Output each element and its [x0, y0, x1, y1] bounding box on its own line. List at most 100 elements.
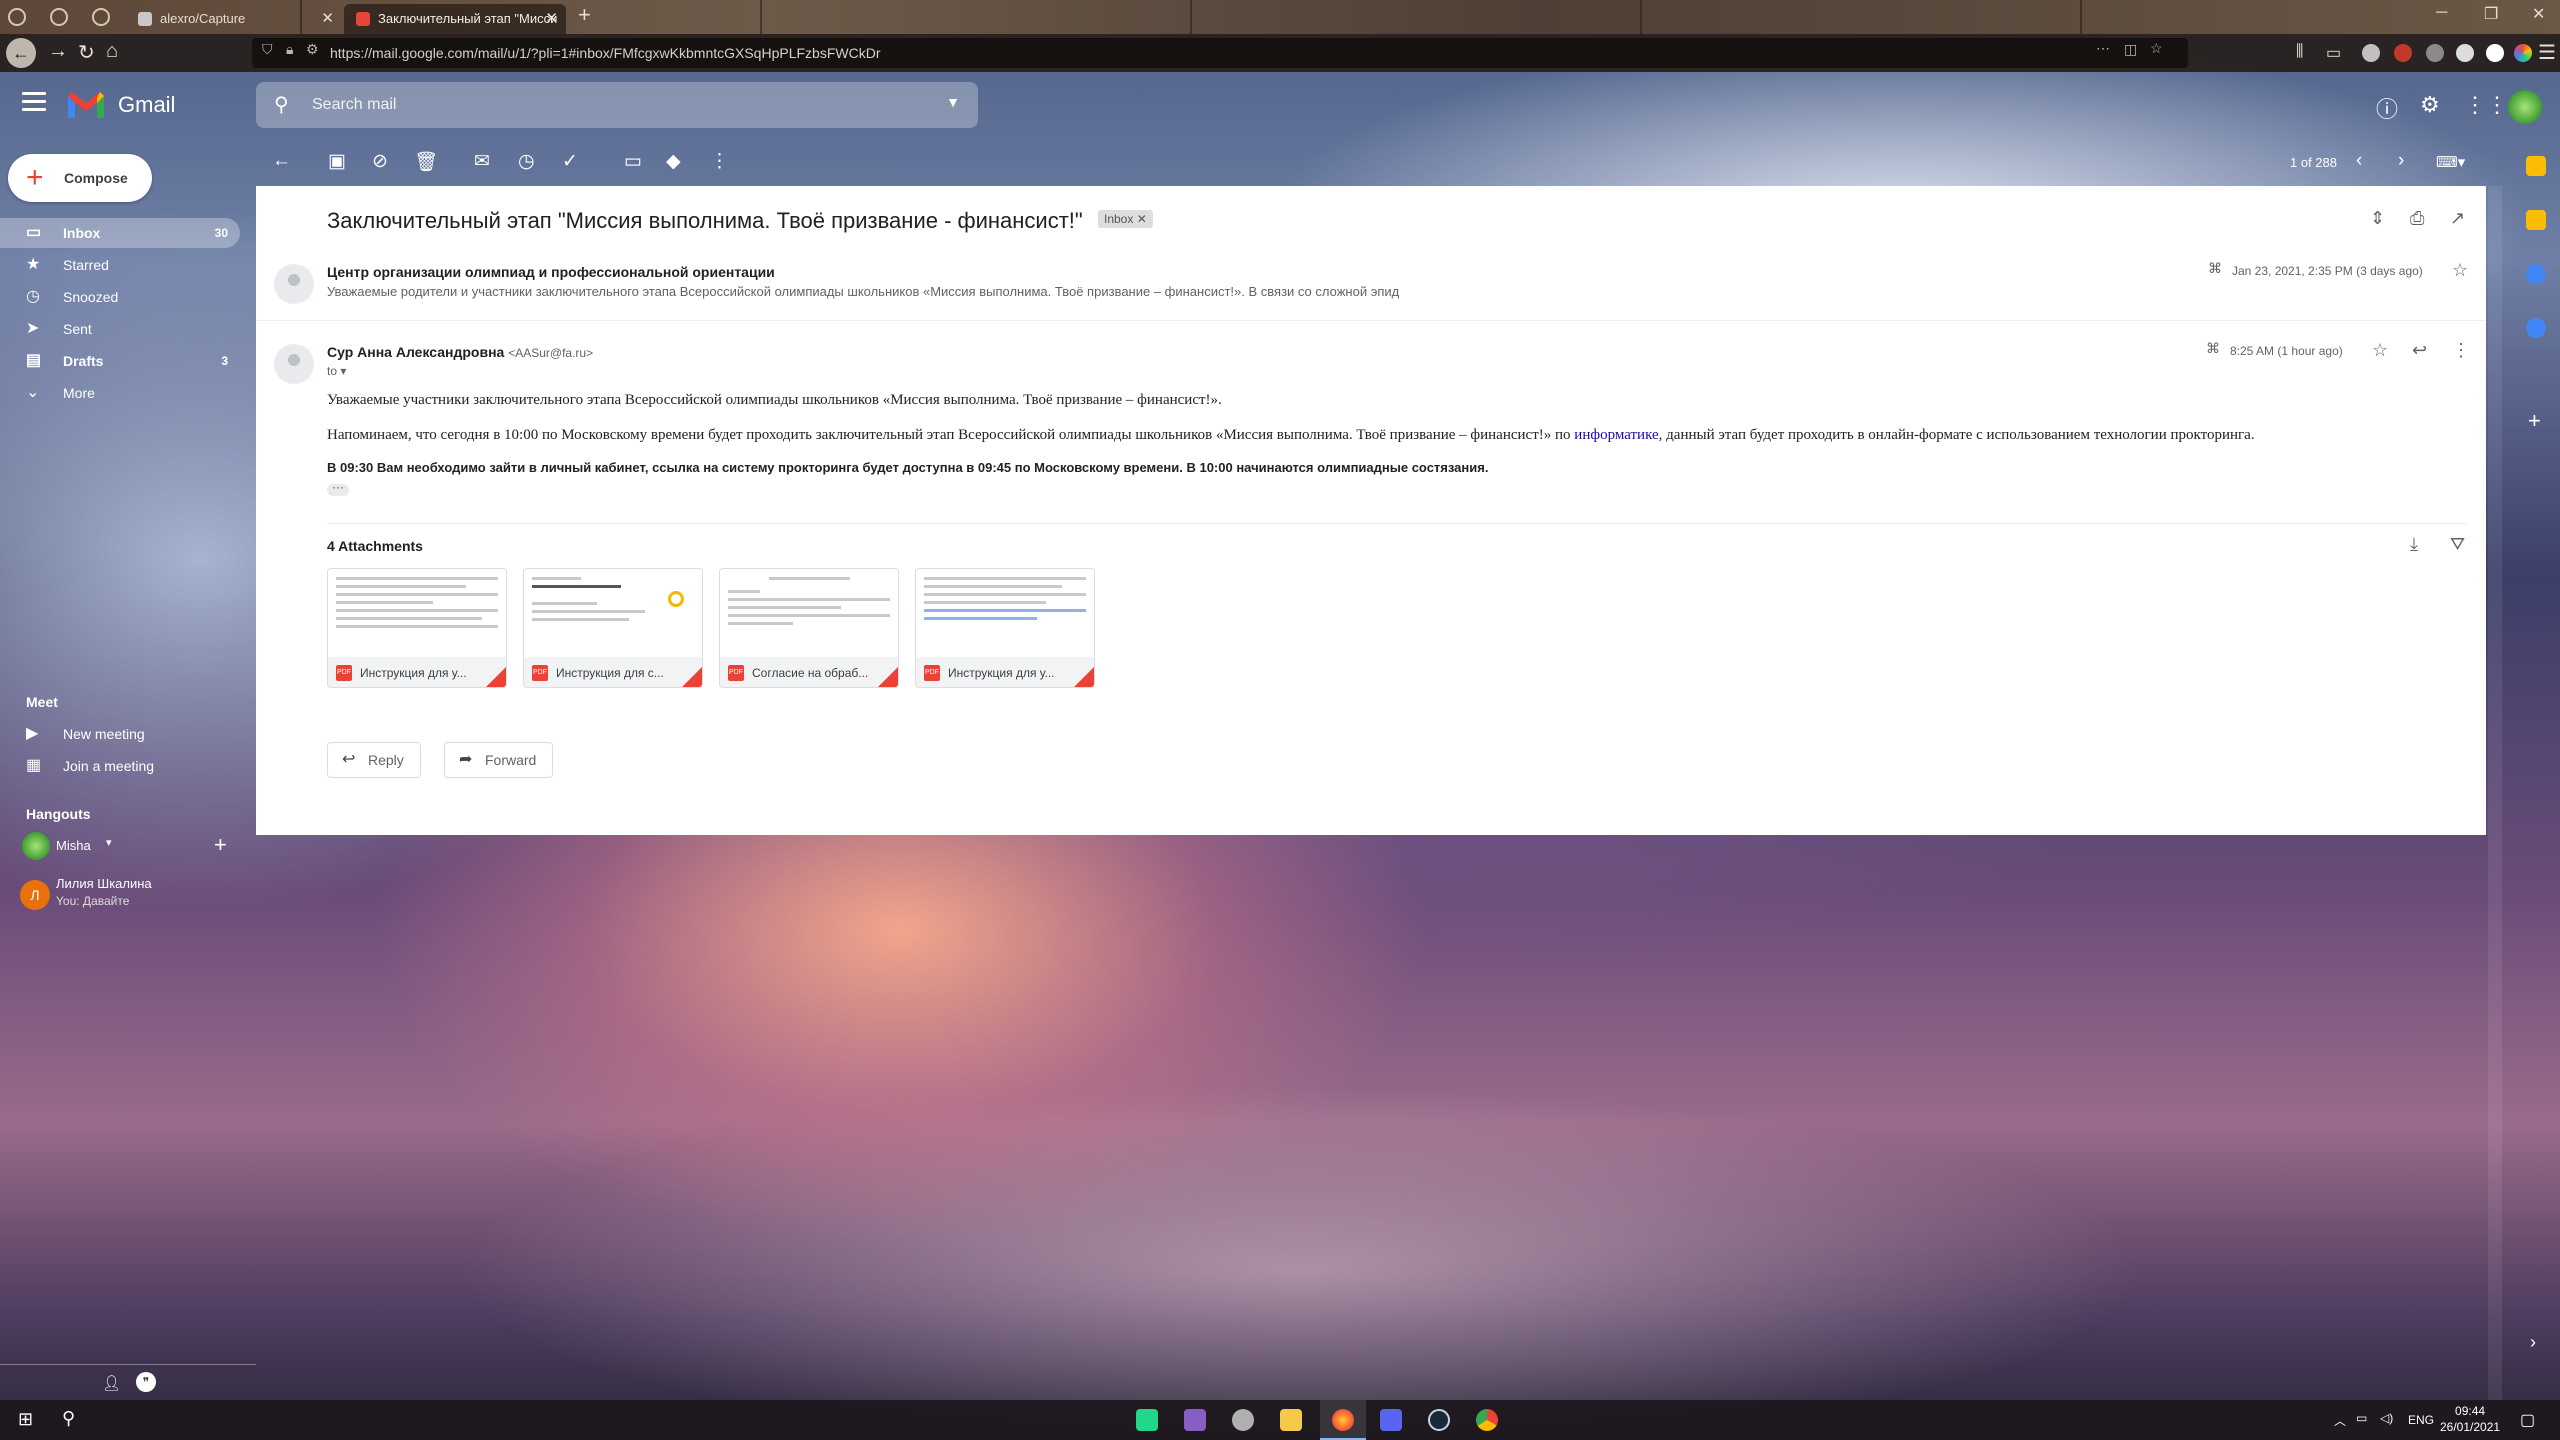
pocket-icon[interactable]: ◫: [2124, 41, 2137, 58]
newer-chevron-left-icon[interactable]: ‹: [2356, 150, 2362, 172]
contact-name[interactable]: Лилия Шкалина: [56, 876, 152, 891]
library-icon[interactable]: ⫼: [2296, 43, 2303, 61]
extension-icon[interactable]: [2456, 44, 2474, 62]
attachment-card[interactable]: Согласие на обраб... PDF: [719, 568, 899, 688]
star-outline-icon[interactable]: ☆: [2452, 260, 2468, 281]
open-new-window-icon[interactable]: ↗: [2450, 208, 2465, 229]
label-icon[interactable]: ◆: [666, 150, 681, 173]
add-to-tasks-icon[interactable]: ✓: [562, 150, 578, 173]
reply-button[interactable]: ↩ Reply: [327, 742, 421, 778]
menu-icon[interactable]: ☰: [2538, 40, 2556, 65]
calendar-icon[interactable]: [2526, 156, 2546, 176]
search-bar[interactable]: ⚲ ▼: [256, 82, 978, 128]
person-icon[interactable]: 👤︎: [102, 1374, 121, 1392]
shield-icon[interactable]: ⛉: [262, 41, 273, 58]
download-all-icon[interactable]: ⤓: [2410, 534, 2418, 555]
volume-icon[interactable]: ◁): [2380, 1411, 2393, 1425]
compose-button[interactable]: + Compose: [8, 154, 152, 202]
more-vertical-icon[interactable]: ⋮: [2452, 340, 2470, 361]
sender-avatar[interactable]: [274, 264, 314, 304]
attachment-card[interactable]: Инструкция для у... PDF: [915, 568, 1095, 688]
forward-button[interactable]: ➦ Forward: [444, 742, 554, 778]
notifications-icon[interactable]: ▢: [2520, 1410, 2535, 1430]
back-to-inbox-icon[interactable]: ←: [272, 150, 291, 172]
browser-tab-active[interactable]: Заключительный этап "Мисси ✕: [344, 4, 566, 34]
sidebar-item-drafts[interactable]: ▤ Drafts 3: [0, 346, 240, 376]
sidebar-item-sent[interactable]: ➤ Sent: [0, 314, 240, 344]
remove-label-icon[interactable]: ✕: [1137, 212, 1147, 226]
chrome-icon[interactable]: [1476, 1409, 1498, 1431]
delete-trash-icon[interactable]: 🗑︎: [414, 150, 438, 174]
contact-avatar[interactable]: Л: [20, 880, 50, 910]
settings-gear-icon[interactable]: [1232, 1409, 1254, 1431]
hangouts-user-name[interactable]: Misha: [56, 838, 91, 853]
close-icon[interactable]: ✕: [321, 4, 334, 34]
keep-icon[interactable]: [2526, 210, 2546, 230]
sidebar-item-starred[interactable]: ★ Starred: [0, 250, 240, 280]
get-addons-plus-icon[interactable]: +: [2528, 408, 2541, 434]
show-details-chevron-icon[interactable]: ▾: [340, 364, 346, 378]
visual-studio-icon[interactable]: [1184, 1409, 1206, 1431]
forward-arrow-icon[interactable]: →: [48, 40, 68, 63]
scrollbar[interactable]: [2488, 186, 2502, 1400]
help-icon[interactable]: ⓘ: [2376, 92, 2398, 124]
attachment-card[interactable]: Инструкция для у... PDF: [327, 568, 507, 688]
sender-name[interactable]: Центр организации олимпиад и профессиона…: [327, 264, 775, 280]
status-dropdown-icon[interactable]: ▾: [106, 836, 112, 849]
label-chip[interactable]: Inbox ✕: [1098, 210, 1153, 228]
file-explorer-icon[interactable]: [1280, 1409, 1302, 1431]
main-menu-icon[interactable]: [22, 92, 46, 116]
snooze-clock-icon[interactable]: ◷: [518, 150, 535, 173]
contacts-icon[interactable]: [2526, 318, 2546, 338]
pinned-tab-icon[interactable]: [92, 8, 110, 26]
pinned-tab-icon[interactable]: [8, 8, 26, 26]
hangouts-quote-icon[interactable]: ❞: [136, 1372, 156, 1392]
expand-all-icon[interactable]: ⇕: [2370, 208, 2385, 229]
subject-link[interactable]: информатике: [1574, 427, 1658, 443]
url-bar[interactable]: https://mail.google.com/mail/u/1/?pli=1#…: [252, 38, 2188, 68]
settings-gear-icon[interactable]: ⚙: [2420, 92, 2440, 118]
show-trimmed-content-button[interactable]: ···: [327, 481, 349, 496]
minimize-icon[interactable]: ─: [2436, 4, 2447, 22]
search-icon[interactable]: ⚲: [62, 1408, 75, 1429]
input-tools-keyboard-icon[interactable]: ⌨▾: [2436, 153, 2465, 171]
color-picker-icon[interactable]: [2514, 44, 2532, 62]
recipients-line[interactable]: to ▾: [327, 364, 346, 378]
bookmark-star-icon[interactable]: ☆: [2150, 40, 2163, 57]
sidebar-toggle-icon[interactable]: ▭: [2326, 43, 2341, 63]
reload-icon[interactable]: ↻: [78, 40, 95, 65]
firefox-icon[interactable]: [1332, 1409, 1354, 1431]
new-meeting-item[interactable]: ▶ New meeting: [0, 719, 240, 749]
close-window-icon[interactable]: ✕: [2532, 4, 2545, 24]
browser-tab[interactable]: alexro/Capture ✕: [126, 4, 342, 34]
move-to-folder-icon[interactable]: ▭: [624, 150, 642, 173]
join-meeting-item[interactable]: ▦ Join a meeting: [0, 751, 240, 781]
show-hidden-icons-chevron-icon[interactable]: ︿: [2334, 1412, 2346, 1429]
older-chevron-right-icon[interactable]: ›: [2398, 150, 2404, 172]
steam-icon[interactable]: [1428, 1409, 1450, 1431]
network-icon[interactable]: ▭: [2356, 1411, 2367, 1425]
apps-grid-icon[interactable]: ⋮⋮: [2464, 92, 2508, 118]
windows-start-icon[interactable]: ⊞: [18, 1409, 33, 1430]
sender-name[interactable]: Сур Анна Александровна <AASur@fa.ru>: [327, 344, 593, 360]
sender-avatar[interactable]: [274, 344, 314, 384]
attachment-card[interactable]: Инструкция для с... PDF: [523, 568, 703, 688]
reply-arrow-icon[interactable]: ↩: [2412, 340, 2427, 361]
language-indicator[interactable]: ENG: [2408, 1413, 2434, 1427]
sidebar-item-inbox[interactable]: ▭ Inbox 30: [0, 218, 240, 248]
tasks-icon[interactable]: [2526, 264, 2546, 284]
new-tab-icon[interactable]: +: [578, 2, 591, 28]
save-to-drive-icon[interactable]: ⛛: [2450, 534, 2465, 555]
lock-icon[interactable]: 🔒︎: [286, 41, 293, 58]
system-clock[interactable]: 09:44 26/01/2021: [2440, 1403, 2500, 1435]
expand-panel-chevron-icon[interactable]: ›: [2530, 1332, 2536, 1353]
message-snippet[interactable]: Уважаемые родители и участники заключите…: [327, 284, 1399, 299]
sidebar-item-snoozed[interactable]: ◷ Snoozed: [0, 282, 240, 312]
ublock-icon[interactable]: [2394, 44, 2412, 62]
search-icon[interactable]: ⚲: [274, 92, 289, 117]
more-vertical-icon[interactable]: ⋮: [710, 150, 729, 173]
permissions-icon[interactable]: ⚙: [306, 41, 319, 58]
pinned-tab-icon[interactable]: [50, 8, 68, 26]
extension-icon[interactable]: [2486, 44, 2504, 62]
page-actions-icon[interactable]: ⋯: [2096, 40, 2110, 57]
